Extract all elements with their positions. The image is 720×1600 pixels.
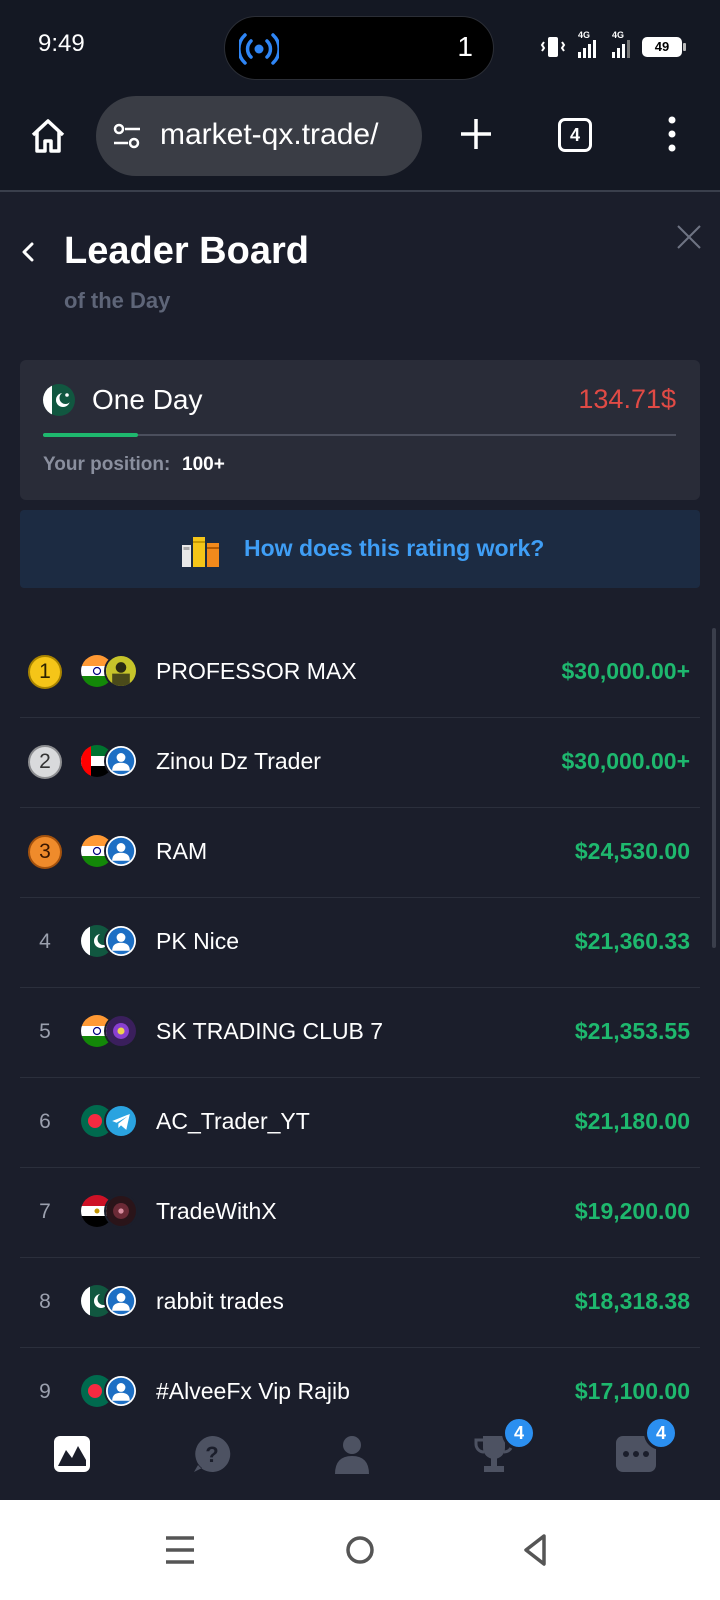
trader-profit: $30,000.00+ bbox=[561, 658, 690, 684]
more-options-icon[interactable] bbox=[662, 114, 682, 154]
pakistan-flag-icon bbox=[43, 384, 75, 416]
new-tab-icon[interactable] bbox=[458, 116, 494, 152]
leaderboard-row[interactable]: 6 AC_Trader_YT $21,180.00 bbox=[20, 1078, 700, 1168]
position-progress-fill bbox=[43, 433, 138, 437]
user-icon bbox=[335, 1436, 369, 1474]
trader-name: RAM bbox=[156, 838, 208, 864]
nav-trading[interactable] bbox=[50, 1432, 94, 1476]
rank-number: 6 bbox=[39, 1110, 51, 1133]
rank-number: 1 bbox=[28, 655, 62, 689]
home-circle-icon[interactable] bbox=[338, 1528, 382, 1572]
rank-number: 4 bbox=[39, 930, 51, 953]
avatar bbox=[104, 654, 138, 688]
back-triangle-icon[interactable] bbox=[514, 1528, 558, 1572]
rank-number: 9 bbox=[39, 1380, 51, 1403]
position-label: Your position: bbox=[43, 454, 171, 475]
tab-switcher-button[interactable]: 4 bbox=[558, 118, 592, 152]
leaderboard-row[interactable]: 8 rabbit trades $18,318.38 bbox=[20, 1258, 700, 1348]
status-icons: 4G 4G 49 bbox=[540, 30, 686, 60]
hotspot-icon bbox=[239, 33, 279, 65]
nav-help[interactable]: ? bbox=[190, 1432, 234, 1476]
avatar bbox=[104, 1104, 138, 1138]
chat-badge: 4 bbox=[644, 1416, 678, 1450]
trophy-badge: 4 bbox=[502, 1416, 536, 1450]
rank-number: 2 bbox=[28, 745, 62, 779]
trader-name: rabbit trades bbox=[156, 1288, 284, 1314]
trader-name: PK Nice bbox=[156, 928, 240, 954]
trader-profit: $21,360.33 bbox=[574, 928, 690, 954]
trader-profit: $30,000.00+ bbox=[561, 748, 690, 774]
battery-icon: 49 bbox=[642, 37, 686, 57]
status-time: 9:49 bbox=[38, 30, 85, 57]
leaderboard-row[interactable]: 2 Zinou Dz Trader $30,000.00+ bbox=[20, 718, 700, 808]
page-subtitle: of the Day bbox=[64, 288, 171, 313]
avatar bbox=[104, 1284, 138, 1318]
leaderboard-row[interactable]: 7 TradeWithX $19,200.00 bbox=[20, 1168, 700, 1258]
url-text: market-qx.trade/ bbox=[160, 118, 379, 151]
avatar bbox=[104, 1374, 138, 1408]
rating-info-banner[interactable]: How does this rating work? bbox=[20, 510, 700, 588]
rank-number: 8 bbox=[39, 1290, 51, 1313]
trader-profit: $18,318.38 bbox=[574, 1288, 690, 1314]
chart-icon bbox=[54, 1436, 90, 1472]
leaderboard-row[interactable]: 4 PK Nice $21,360.33 bbox=[20, 898, 700, 988]
avatar bbox=[104, 744, 138, 778]
leaderboard-row[interactable]: 1 PROFESSOR MAX $30,000.00+ bbox=[20, 628, 700, 718]
home-icon[interactable] bbox=[28, 116, 68, 156]
hotspot-count: 1 bbox=[457, 31, 473, 62]
trader-profit: $17,100.00 bbox=[574, 1378, 690, 1404]
vibrate-icon bbox=[540, 37, 566, 57]
nav-chat[interactable]: 4 bbox=[614, 1416, 678, 1476]
rank-number: 7 bbox=[39, 1200, 51, 1223]
trader-profit: $24,530.00 bbox=[574, 838, 690, 864]
trader-name: SK TRADING CLUB 7 bbox=[156, 1018, 384, 1044]
recent-apps-icon[interactable] bbox=[158, 1528, 202, 1572]
rank-number: 3 bbox=[28, 835, 62, 869]
back-chevron-icon[interactable] bbox=[14, 232, 44, 272]
avatar bbox=[104, 1014, 138, 1048]
period-label: One Day bbox=[92, 384, 203, 415]
browser-toolbar: market-qx.trade/ 4 bbox=[0, 90, 720, 192]
my-rating-card: One Day 134.71$ Your position: 100+ bbox=[20, 360, 700, 500]
rank-number: 5 bbox=[39, 1020, 51, 1043]
hotspot-pill[interactable]: 1 bbox=[224, 16, 494, 80]
address-bar[interactable]: market-qx.trade/ bbox=[96, 96, 422, 176]
trader-name: Zinou Dz Trader bbox=[156, 748, 321, 774]
leaderboard-row[interactable]: 3 RAM $24,530.00 bbox=[20, 808, 700, 898]
avatar bbox=[104, 1194, 138, 1228]
trader-name: AC_Trader_YT bbox=[156, 1108, 310, 1134]
trader-name: PROFESSOR MAX bbox=[156, 658, 357, 684]
avatar bbox=[104, 834, 138, 868]
my-profit-amount: 134.71$ bbox=[578, 384, 676, 414]
status-bar: 9:49 1 4G 4G 49 bbox=[0, 0, 720, 90]
avatar bbox=[104, 924, 138, 958]
trader-profit: $19,200.00 bbox=[574, 1198, 690, 1224]
system-navigation-bar bbox=[0, 1500, 720, 1600]
scrollbar[interactable] bbox=[712, 628, 716, 948]
trader-profit: $21,353.55 bbox=[574, 1018, 690, 1044]
position-value: 100+ bbox=[182, 454, 225, 475]
position-progress-bar bbox=[43, 433, 676, 437]
page-title: Leader Board bbox=[64, 230, 309, 272]
leaderboard-row[interactable]: 5 SK TRADING CLUB 7 $21,353.55 bbox=[20, 988, 700, 1078]
close-icon[interactable] bbox=[674, 222, 704, 252]
nav-profile[interactable] bbox=[330, 1432, 374, 1476]
trader-name: TradeWithX bbox=[156, 1198, 277, 1224]
trader-profit: $21,180.00 bbox=[574, 1108, 690, 1134]
nav-leaderboard[interactable]: 4 bbox=[472, 1416, 536, 1476]
svg-text:?: ? bbox=[205, 1442, 218, 1467]
trader-name: #AlveeFx Vip Rajib bbox=[156, 1378, 350, 1404]
signal-icon: 4G bbox=[574, 30, 600, 60]
bottom-nav: ? 4 4 bbox=[0, 1416, 720, 1500]
help-icon: ? bbox=[194, 1435, 231, 1472]
signal-icon: 4G bbox=[608, 30, 634, 60]
rating-info-link[interactable]: How does this rating work? bbox=[244, 535, 544, 562]
leaderboard-list: 1 PROFESSOR MAX $30,000.00+ 2 Zinou Dz Trade… bbox=[20, 628, 700, 1438]
books-icon bbox=[182, 537, 219, 567]
site-settings-icon[interactable] bbox=[112, 122, 142, 150]
